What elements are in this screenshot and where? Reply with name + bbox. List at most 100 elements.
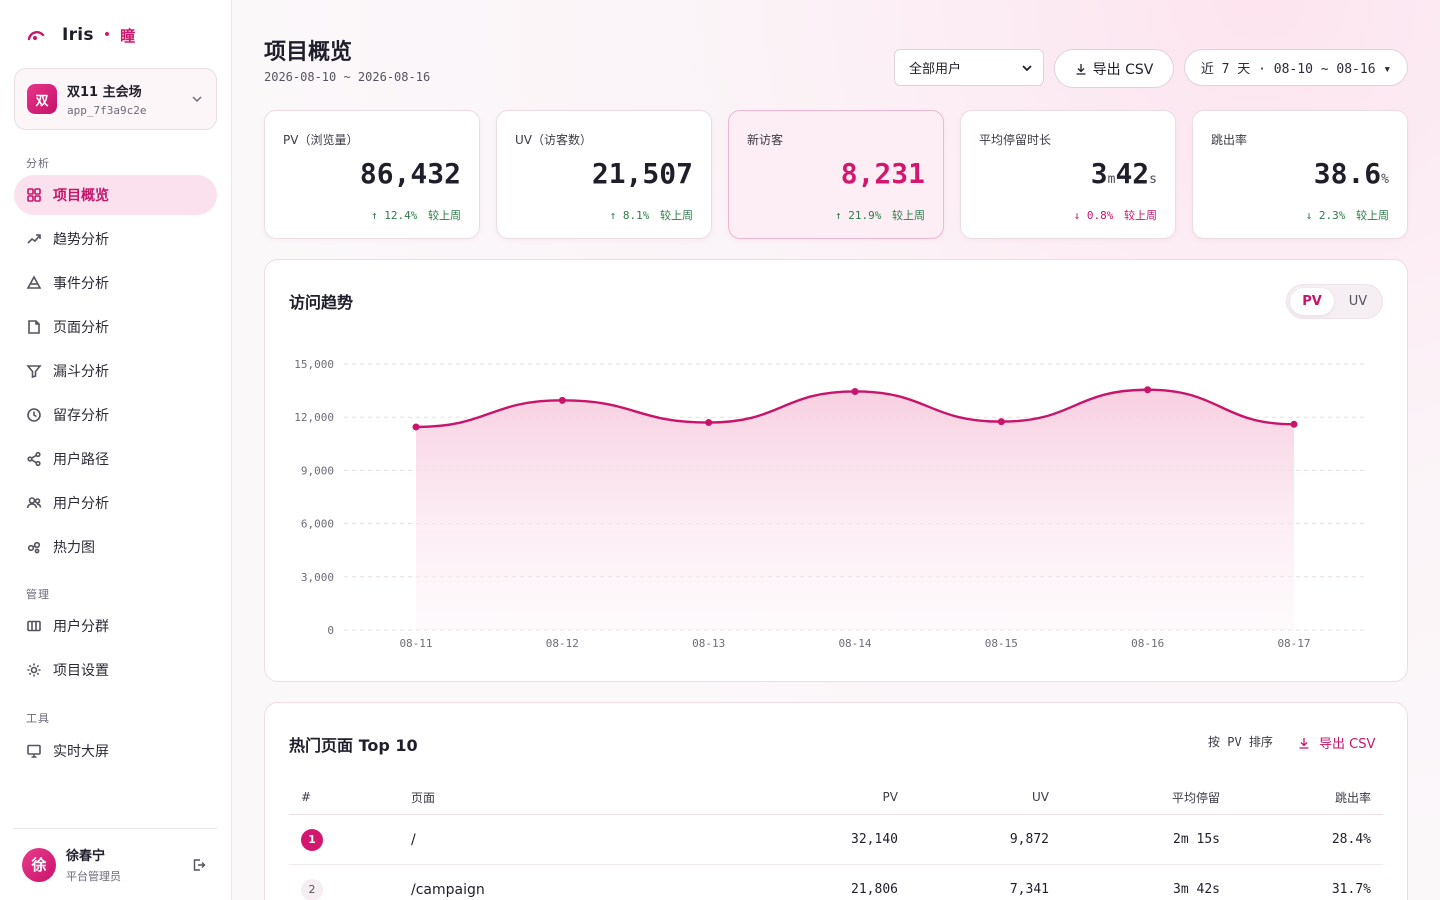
x-tick-label: 08-16 xyxy=(1131,637,1164,650)
download-icon xyxy=(1299,737,1309,749)
project-switcher[interactable]: 双 双11 主会场 app_7f3a9c2e xyxy=(14,68,217,130)
kpi-delta-value: 21.9% xyxy=(848,209,882,222)
page-date-range: 2026-08-10 ~ 2026-08-16 xyxy=(264,70,431,84)
sidebar: Iris • 瞳 双 双11 主会场 app_7f3a9c2e 分析 项目概览 … xyxy=(0,0,232,900)
sidebar-item-overview[interactable]: 项目概览 xyxy=(14,175,217,215)
kpi-unit-seconds: s xyxy=(1149,172,1157,187)
x-tick-label: 08-13 xyxy=(692,637,725,650)
sidebar-item-label: 页面分析 xyxy=(53,320,109,336)
page-bounce: 28.4% xyxy=(1331,832,1371,847)
chart-data-point[interactable] xyxy=(851,387,859,395)
kpi-card-new-visitors[interactable]: 新访客 8,231 ↑ 21.9% 较上周 xyxy=(728,110,944,239)
kpi-delta-value: 12.4% xyxy=(384,209,418,222)
sidebar-item-retention[interactable]: 留存分析 xyxy=(14,395,217,435)
logout-icon[interactable] xyxy=(191,857,207,873)
rank-badge: 2 xyxy=(301,878,323,900)
sort-label[interactable]: 按 PV 排序 xyxy=(1208,733,1273,750)
nav-section-tools: 工具 xyxy=(26,712,50,725)
user-segment-select[interactable]: 全部用户 xyxy=(894,49,1044,86)
col-avg-stay[interactable]: 平均停留 xyxy=(1172,780,1220,814)
page-avg-stay: 2m 15s xyxy=(1173,832,1220,847)
page-title: 项目概览 xyxy=(264,40,353,65)
sidebar-item-event[interactable]: 事件分析 xyxy=(14,263,217,303)
kpi-label: 平均停留时长 xyxy=(979,133,1052,147)
kpi-value: 21,507 xyxy=(591,157,693,190)
y-tick-label: 3,000 xyxy=(301,571,334,584)
gear-icon xyxy=(27,663,41,677)
top-pages-export-label: 导出 CSV xyxy=(1319,737,1376,752)
col-bounce[interactable]: 跳出率 xyxy=(1335,780,1371,814)
table-row[interactable]: 2 /campaign 21,806 7,341 3m 42s 31.7% xyxy=(289,865,1383,900)
col-page[interactable]: 页面 xyxy=(411,780,435,814)
kpi-delta-compare: 较上周 xyxy=(892,209,925,222)
chart-data-point[interactable] xyxy=(705,419,713,427)
arrow-up-icon: ↑ xyxy=(835,209,842,222)
event-icon xyxy=(26,275,42,289)
sidebar-item-label: 用户路径 xyxy=(53,452,109,468)
col-pv[interactable]: PV xyxy=(883,780,898,814)
users-icon xyxy=(26,497,42,509)
page-path[interactable]: /campaign xyxy=(411,865,485,900)
top-pages-export-button[interactable]: 导出 CSV xyxy=(1298,733,1375,752)
sidebar-item-settings[interactable]: 项目设置 xyxy=(14,650,217,690)
kpi-card-uv[interactable]: UV（访客数） 21,507 ↑ 8.1% 较上周 xyxy=(496,110,712,239)
brand-logo-icon xyxy=(27,31,45,41)
kpi-value-number: 38.6 xyxy=(1313,157,1382,190)
sidebar-item-users[interactable]: 用户分析 xyxy=(14,483,217,523)
kpi-delta-value: 8.1% xyxy=(622,209,650,222)
page-pv: 21,806 xyxy=(851,882,898,897)
x-tick-label: 08-12 xyxy=(546,637,579,650)
sidebar-item-heatmap[interactable]: 热力图 xyxy=(14,527,217,567)
col-rank[interactable]: # xyxy=(301,780,311,814)
y-tick-label: 12,000 xyxy=(294,411,334,424)
sidebar-item-page[interactable]: 页面分析 xyxy=(14,307,217,347)
x-tick-label: 08-17 xyxy=(1277,637,1310,650)
chart-data-point[interactable] xyxy=(412,423,420,431)
col-uv[interactable]: UV xyxy=(1032,780,1049,814)
chart-data-point[interactable] xyxy=(1290,420,1298,428)
share-icon xyxy=(27,451,41,467)
kpi-card-bounce-rate[interactable]: 跳出率 38.6% ↓ 2.3% 较上周 xyxy=(1192,110,1408,239)
heatmap-icon xyxy=(27,541,41,554)
kpi-delta: ↓ 2.3% 较上周 xyxy=(1306,207,1389,223)
user-segment-value: 全部用户 xyxy=(909,62,962,77)
trend-chart: 0 3,000 6,000 9,000 12,000 15,000 08-11 08-12 0… xyxy=(294,358,1367,650)
sidebar-item-label: 留存分析 xyxy=(53,408,109,424)
chart-data-point[interactable] xyxy=(997,418,1005,426)
toggle-pv[interactable]: PV xyxy=(1290,288,1334,315)
page-path[interactable]: / xyxy=(411,815,416,864)
kpi-card-avg-duration[interactable]: 平均停留时长 3m42s ↓ 0.8% 较上周 xyxy=(960,110,1176,239)
brand-name: Iris xyxy=(62,25,94,45)
date-range-picker[interactable]: 近 7 天 · 08-10 ~ 08-16 ▾ xyxy=(1184,49,1408,86)
user-name: 徐春宁 xyxy=(66,849,106,864)
nav-section-analysis: 分析 xyxy=(26,157,50,170)
user-profile: 徐 徐春宁 平台管理员 xyxy=(14,828,217,900)
brand-subtitle: 瞳 xyxy=(120,26,136,45)
kpi-delta: ↑ 8.1% 较上周 xyxy=(610,207,693,223)
sidebar-item-segments[interactable]: 用户分群 xyxy=(14,606,217,646)
page-bounce: 31.7% xyxy=(1331,882,1371,897)
sidebar-item-funnel[interactable]: 漏斗分析 xyxy=(14,351,217,391)
sidebar-item-trend[interactable]: 趋势分析 xyxy=(14,219,217,259)
page-uv: 7,341 xyxy=(1009,882,1049,897)
chart-data-point[interactable] xyxy=(558,396,566,404)
kpi-delta-compare: 较上周 xyxy=(660,209,693,222)
kpi-label: 跳出率 xyxy=(1211,133,1248,147)
brand[interactable]: Iris • 瞳 xyxy=(26,22,135,48)
table-row[interactable]: 1 / 32,140 9,872 2m 15s 28.4% xyxy=(289,815,1383,865)
sidebar-item-user-path[interactable]: 用户路径 xyxy=(14,439,217,479)
sidebar-item-label: 用户分析 xyxy=(53,496,109,512)
arrow-down-icon: ↓ xyxy=(1305,209,1313,222)
kpi-value-minutes: 3 xyxy=(1090,157,1108,190)
sidebar-item-label: 热力图 xyxy=(53,540,95,556)
kpi-card-pv[interactable]: PV（浏览量） 86,432 ↑ 12.4% 较上周 xyxy=(264,110,480,239)
export-csv-button[interactable]: 导出 CSV xyxy=(1054,49,1174,88)
kpi-delta-compare: 较上周 xyxy=(1124,209,1157,222)
kpi-label: UV（访客数） xyxy=(515,133,592,147)
kpi-value: 38.6% xyxy=(1314,157,1389,190)
toggle-uv[interactable]: UV xyxy=(1336,288,1380,315)
brand-separator: • xyxy=(102,27,112,43)
chart-data-point[interactable] xyxy=(1144,386,1152,394)
sidebar-item-realtime-screen[interactable]: 实时大屏 xyxy=(14,731,217,771)
avatar[interactable]: 徐 xyxy=(22,847,56,882)
